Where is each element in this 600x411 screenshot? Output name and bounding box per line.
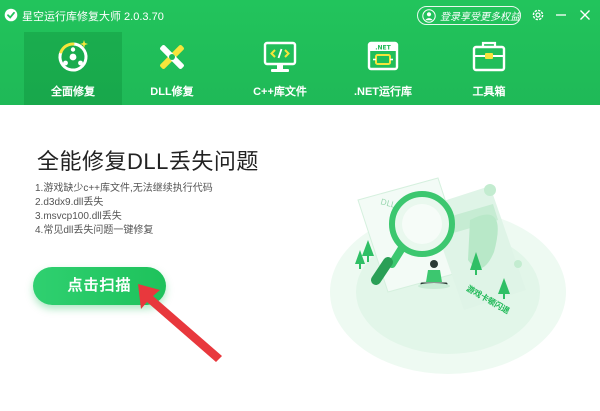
user-icon [422,8,436,23]
toolbox-icon [472,41,506,72]
minimize-button[interactable] [553,7,569,23]
tab-label: C++库文件 [253,86,307,98]
red-arrow-icon [138,284,222,362]
settings-button[interactable] [530,7,546,23]
app-title: 星空运行库修复大师 2.0.3.70 [22,11,164,23]
list-item: 1.游戏缺少c++库文件,无法继续执行代码 [35,183,213,194]
tab-label: DLL修复 [150,86,194,98]
dll-repair-illustration: DLL修复 游戏卡顿闪退 [330,177,566,374]
header-bar: 星空运行库修复大师 2.0.3.70 登录享受更多权益 全面修复 DLL修复 C… [0,0,600,105]
tab-label: 工具箱 [472,86,506,98]
tab-cpp-library[interactable]: C++库文件 [231,32,329,105]
tab-label: 全面修复 [51,86,95,98]
tab-dotnet-runtime[interactable]: .NET .NET运行库 [334,32,432,105]
tab-dll-repair[interactable]: DLL修复 [123,32,221,105]
dll-repair-icon [160,45,184,69]
tab-label: .NET运行库 [353,86,413,98]
title-bar: 星空运行库修复大师 2.0.3.70 登录享受更多权益 [0,0,600,32]
app-logo-icon [4,8,18,22]
svg-text:.NET: .NET [375,45,391,52]
tab-toolbox[interactable]: 工具箱 [440,32,538,105]
issue-list: 1.游戏缺少c++库文件,无法继续执行代码 2.d3dx9.dll丢失 3.ms… [35,182,213,238]
page-title: 全能修复DLL丢失问题 [37,149,259,174]
gear-icon [532,9,544,21]
list-item: 4.常见dll丢失问题一键修复 [35,225,154,236]
minimize-icon [556,14,566,16]
dotnet-runtime-icon: .NET [367,41,399,71]
list-item: 3.msvcp100.dll丢失 [35,211,122,222]
login-button[interactable]: 登录享受更多权益 [417,6,521,25]
full-repair-icon [58,40,88,72]
close-button[interactable] [577,7,593,23]
cpp-library-icon [263,41,297,72]
list-item: 2.d3dx9.dll丢失 [35,197,104,208]
close-icon [580,10,590,20]
login-label: 登录享受更多权益 [440,12,520,23]
tab-full-repair[interactable]: 全面修复 [24,32,122,105]
